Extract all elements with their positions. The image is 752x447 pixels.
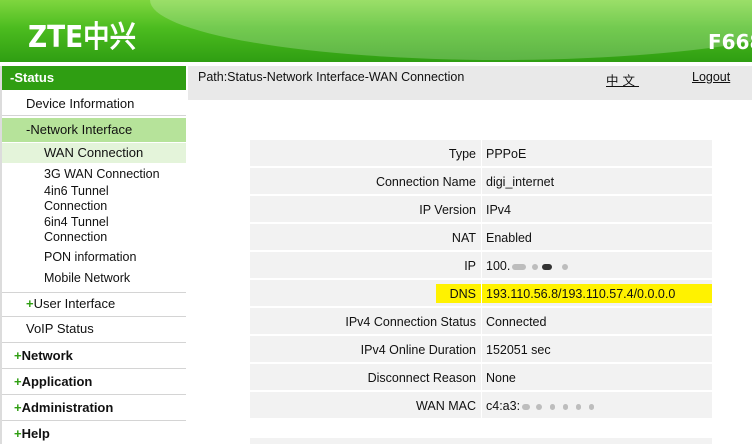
redaction-mark xyxy=(536,403,543,410)
table-row-type: Type PPPoE xyxy=(250,140,712,167)
redaction-mark xyxy=(522,403,531,410)
sidebar-item-wan-connection[interactable]: WAN Connection xyxy=(2,143,186,163)
sidebar-item-status[interactable]: -Status xyxy=(2,66,186,90)
sidebar-item-mobile-network[interactable]: Mobile Network xyxy=(2,269,186,293)
sidebar-item-help[interactable]: +Help xyxy=(2,421,186,444)
sidebar-item-pon-information[interactable]: PON information xyxy=(2,248,186,266)
sidebar-item-label: Administration xyxy=(21,400,114,415)
column-divider xyxy=(481,140,482,167)
table-row-ip: IP 100. xyxy=(250,252,712,279)
header-shine xyxy=(150,0,752,60)
header-banner: ZTE中兴 F668 xyxy=(0,0,752,62)
sidebar-item-label: Mobile Network xyxy=(44,271,131,285)
row-value: IPv4 xyxy=(486,203,512,217)
column-divider xyxy=(481,224,482,251)
expand-plus-icon: + xyxy=(26,296,34,311)
column-divider xyxy=(481,280,482,307)
table-row-ipv4-online-duration: IPv4 Online Duration 152051 sec xyxy=(250,336,712,363)
row-label: Connection Name xyxy=(375,175,476,189)
table-bottom-border xyxy=(250,438,712,444)
row-label: Type xyxy=(448,147,476,161)
breadcrumb: Path:Status-Network Interface-WAN Connec… xyxy=(198,70,465,84)
table-row-wan-mac: WAN MAC c4:a3: xyxy=(250,392,712,419)
redaction-mark xyxy=(512,263,527,270)
row-label: IPv4 Online Duration xyxy=(360,343,476,357)
path-bar: Path:Status-Network Interface-WAN Connec… xyxy=(188,66,752,100)
row-label: IPv4 Connection Status xyxy=(345,315,476,329)
redaction-mark xyxy=(532,263,539,270)
row-label: IP Version xyxy=(419,203,476,217)
expand-plus-icon: + xyxy=(14,374,22,389)
sidebar-item-label: WAN Connection xyxy=(44,145,144,160)
expand-plus-icon: + xyxy=(14,400,22,415)
column-divider xyxy=(481,168,482,195)
sidebar-item-device-information[interactable]: Device Information xyxy=(2,92,186,116)
sidebar-item-label: Application xyxy=(21,374,93,389)
sidebar-item-label: PON information xyxy=(44,250,137,264)
redaction-mark xyxy=(576,403,582,410)
row-value-redacted: c4:a3: xyxy=(486,399,595,413)
column-divider xyxy=(481,308,482,335)
row-value: 152051 sec xyxy=(486,343,551,357)
row-value: digi_internet xyxy=(486,175,555,189)
row-value: 100. xyxy=(486,259,511,273)
sidebar-item-network-interface[interactable]: -Network Interface xyxy=(2,118,186,142)
device-model: F668 xyxy=(708,30,752,54)
row-value: 193.110.56.8/193.110.57.4/0.0.0.0 xyxy=(486,287,676,301)
row-label: WAN MAC xyxy=(416,399,476,413)
sidebar-item-administration[interactable]: +Administration xyxy=(2,395,186,421)
row-value: c4:a3: xyxy=(486,399,521,413)
row-value: PPPoE xyxy=(486,147,527,161)
sidebar-item-3g-wan-connection[interactable]: 3G WAN Connection xyxy=(2,165,186,183)
sidebar-item-application[interactable]: +Application xyxy=(2,369,186,395)
redaction-mark xyxy=(550,403,556,410)
column-divider xyxy=(481,336,482,363)
zte-logo: ZTE中兴 xyxy=(28,20,136,55)
column-divider xyxy=(481,196,482,223)
row-value: Enabled xyxy=(486,231,532,245)
table-row-disconnect-reason: Disconnect Reason None xyxy=(250,364,712,391)
row-label: IP xyxy=(464,259,476,273)
sidebar-item-4in6-tunnel[interactable]: 4in6 Tunnel Connection xyxy=(2,184,152,214)
row-label: Disconnect Reason xyxy=(367,371,476,385)
row-value-redacted: 100. xyxy=(486,259,569,273)
expand-plus-icon: + xyxy=(14,426,22,441)
sidebar-item-label: VoIP Status xyxy=(26,321,94,336)
sidebar-item-voip-status[interactable]: VoIP Status xyxy=(2,317,186,343)
sidebar-item-label: 4in6 Tunnel Connection xyxy=(44,184,109,213)
redaction-mark xyxy=(563,403,569,410)
sidebar-item-label: Device Information xyxy=(26,96,135,111)
redaction-mark xyxy=(542,263,553,270)
sidebar-item-6in4-tunnel[interactable]: 6in4 Tunnel Connection xyxy=(2,215,152,245)
sidebar-item-label: Help xyxy=(21,426,50,441)
sidebar-item-label: -Status xyxy=(10,70,55,85)
table-row-connection-name: Connection Name digi_internet xyxy=(250,168,712,195)
sidebar-item-label: Network xyxy=(21,348,73,363)
column-divider xyxy=(481,364,482,391)
row-label: NAT xyxy=(451,231,476,245)
column-divider xyxy=(481,252,482,279)
expand-plus-icon: + xyxy=(14,348,22,363)
row-value: Connected xyxy=(486,315,547,329)
redaction-mark xyxy=(562,263,569,270)
sidebar-item-label: -Network Interface xyxy=(26,122,133,137)
sidebar-item-label: 3G WAN Connection xyxy=(44,167,160,181)
sidebar-item-user-interface[interactable]: +User Interface xyxy=(2,293,186,317)
table-row-ipv4-connection-status: IPv4 Connection Status Connected xyxy=(250,308,712,335)
table-row-nat: NAT Enabled xyxy=(250,224,712,251)
language-switch-link[interactable]: 中文 xyxy=(606,70,639,89)
sidebar-item-network[interactable]: +Network xyxy=(2,343,186,369)
logout-link[interactable]: Logout xyxy=(692,70,730,84)
redaction-mark xyxy=(589,403,595,410)
table-row-dns: DNS 193.110.56.8/193.110.57.4/0.0.0.0 xyxy=(250,280,712,307)
sidebar-item-label: User Interface xyxy=(33,296,116,311)
sidebar: -Status Device Information -Network Inte… xyxy=(0,66,186,444)
column-divider xyxy=(481,392,482,419)
row-label: DNS xyxy=(449,287,476,301)
row-value: None xyxy=(486,371,516,385)
table-row-ip-version: IP Version IPv4 xyxy=(250,196,712,223)
sidebar-item-label: 6in4 Tunnel Connection xyxy=(44,215,109,244)
